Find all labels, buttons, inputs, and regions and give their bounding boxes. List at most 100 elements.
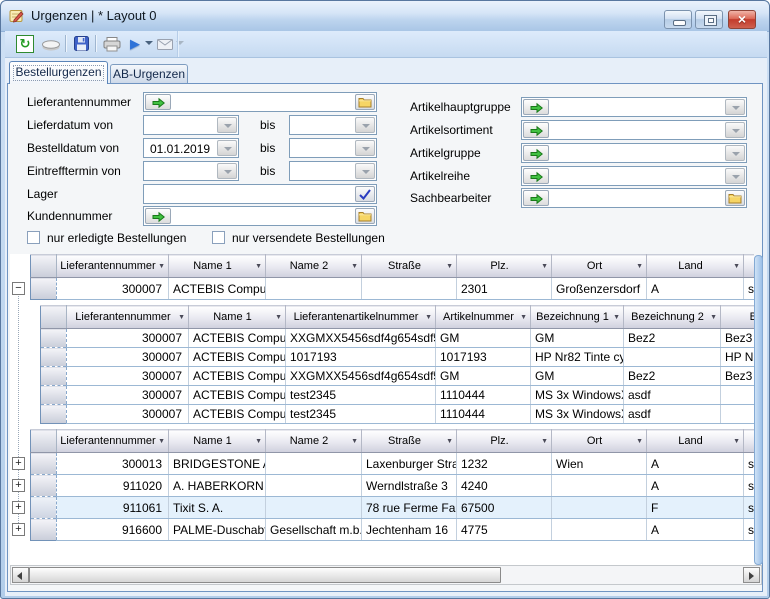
expand-button[interactable]: + (12, 501, 25, 514)
supplier-row[interactable]: 911061Tixit S. A.78 rue Ferme Fal67500Fs… (31, 497, 755, 519)
column-header[interactable]: Land▼ (647, 255, 744, 278)
dropdown-button[interactable] (725, 168, 745, 184)
cell[interactable]: XXGMXX5456sdf4g654sdf54 (286, 367, 436, 386)
detail-row[interactable]: 300007ACTEBIS Computtest23451110444MS 3x… (41, 386, 755, 405)
erledigte-checkbox[interactable] (27, 231, 40, 244)
cell[interactable]: ACTEBIS Comput (189, 329, 286, 348)
column-header[interactable]: Ort▼ (552, 255, 647, 278)
cell[interactable]: ACTEBIS Comput (189, 367, 286, 386)
cell[interactable]: GM (531, 367, 624, 386)
save-button[interactable] (69, 33, 93, 55)
mail-button[interactable] (155, 33, 175, 55)
erase-button[interactable] (39, 33, 63, 55)
filter-icon[interactable]: ▼ (613, 314, 620, 322)
cell[interactable]: sup (744, 475, 755, 497)
go-arrow-button[interactable] (145, 208, 171, 224)
cell[interactable] (266, 453, 362, 475)
column-header[interactable]: Name 2▼ (266, 255, 362, 278)
expand-button[interactable]: + (12, 457, 25, 470)
cell[interactable]: sup (744, 519, 755, 541)
filter-icon[interactable]: ▼ (710, 314, 717, 322)
cell[interactable]: 4775 (457, 519, 552, 541)
cell[interactable]: XXGMXX5456sdf4g654sdf54 (286, 329, 436, 348)
calendar-dropdown-button[interactable] (355, 163, 375, 179)
dropdown-button[interactable] (725, 145, 745, 161)
tab-ab-urgenzen[interactable]: AB-Urgenzen (110, 64, 188, 84)
filter-icon[interactable]: ▼ (446, 438, 453, 446)
folder-lookup-button[interactable] (355, 94, 375, 110)
lager-field[interactable] (143, 184, 377, 204)
column-header[interactable]: Land▼ (647, 430, 744, 453)
column-header[interactable]: Bezeichnung 2▼ (624, 306, 721, 329)
detail-row[interactable]: 300007ACTEBIS Comput10171931017193HP Nr8… (41, 348, 755, 367)
column-header[interactable]: Lieferantenartikelnummer▼ (286, 306, 436, 329)
cell[interactable]: 300007 (57, 278, 169, 300)
scroll-right-arrow[interactable] (743, 567, 760, 583)
filter-icon[interactable]: ▼ (541, 263, 548, 271)
cell[interactable]: test2345 (286, 386, 436, 405)
filter-icon[interactable]: ▼ (275, 314, 282, 322)
dropdown-button[interactable] (725, 99, 745, 115)
close-button[interactable]: × (728, 10, 756, 29)
column-header[interactable]: Straße▼ (362, 430, 457, 453)
refresh-button[interactable]: ↻ (13, 33, 37, 55)
filter-icon[interactable]: ▼ (158, 438, 165, 446)
expand-button[interactable]: + (12, 523, 25, 536)
cell[interactable]: A (647, 278, 744, 300)
cell[interactable]: ACTEBIS Comput (189, 386, 286, 405)
column-header[interactable]: Bezeichnung 3▼ (721, 306, 755, 329)
filter-icon[interactable]: ▼ (520, 314, 527, 322)
filter-icon[interactable]: ▼ (425, 314, 432, 322)
cell[interactable]: 300007 (67, 386, 189, 405)
row-indicator[interactable] (41, 348, 67, 367)
column-header[interactable] (744, 255, 755, 278)
cell[interactable]: 300007 (67, 367, 189, 386)
go-arrow-button[interactable] (145, 94, 171, 110)
detail-row[interactable]: 300007ACTEBIS Computtest23451110444MS 3x… (41, 405, 755, 424)
go-arrow-button[interactable] (523, 190, 549, 206)
cell[interactable]: F (647, 497, 744, 519)
cell[interactable]: 911061 (57, 497, 169, 519)
cell[interactable]: 300007 (67, 329, 189, 348)
cell[interactable]: sup (744, 278, 755, 300)
filter-icon[interactable]: ▼ (255, 263, 262, 271)
row-indicator[interactable] (31, 278, 57, 300)
cell[interactable] (721, 405, 755, 424)
artikelhauptgruppe-field[interactable] (521, 97, 747, 117)
cell[interactable]: ACTEBIS Comput (189, 405, 286, 424)
cell[interactable] (266, 475, 362, 497)
cell[interactable]: A (647, 453, 744, 475)
cell[interactable]: GM (531, 329, 624, 348)
cell[interactable]: 1017193 (286, 348, 436, 367)
kundennummer-field[interactable] (143, 206, 377, 226)
scroll-left-arrow[interactable] (12, 567, 29, 583)
cell[interactable]: Bez3 (721, 367, 755, 386)
cell[interactable]: Laxenburger Stra (362, 453, 457, 475)
expand-button[interactable]: + (12, 479, 25, 492)
cell[interactable]: MS 3x WindowsX (531, 386, 624, 405)
eintrefftermin-von-field[interactable] (143, 161, 239, 181)
run-dropdown-icon[interactable] (145, 41, 153, 45)
parent-row[interactable]: 300007 ACTEBIS Comput 2301 Großenzersdor… (31, 278, 755, 300)
go-arrow-button[interactable] (523, 145, 549, 161)
cell[interactable] (552, 475, 647, 497)
cell[interactable]: 1110444 (436, 386, 531, 405)
filter-icon[interactable]: ▼ (351, 438, 358, 446)
filter-icon[interactable]: ▼ (636, 438, 643, 446)
bestelldatum-bis-field[interactable] (289, 138, 377, 158)
filter-icon[interactable]: ▼ (733, 438, 740, 446)
cell[interactable] (362, 278, 457, 300)
row-indicator[interactable] (31, 497, 57, 519)
cell[interactable]: BRIDGESTONE A (169, 453, 266, 475)
collapse-button[interactable]: − (12, 282, 25, 295)
calendar-dropdown-button[interactable] (217, 140, 237, 156)
filter-icon[interactable]: ▼ (158, 263, 165, 271)
lieferdatum-von-field[interactable] (143, 115, 239, 135)
cell[interactable] (552, 497, 647, 519)
detail-row[interactable]: 300007ACTEBIS ComputXXGMXX5456sdf4g654sd… (41, 367, 755, 386)
filter-icon[interactable]: ▼ (351, 263, 358, 271)
filter-icon[interactable]: ▼ (636, 263, 643, 271)
run-button[interactable]: ▶ (127, 33, 143, 55)
cell[interactable]: Großenzersdorf (552, 278, 647, 300)
cell[interactable]: GM (436, 367, 531, 386)
